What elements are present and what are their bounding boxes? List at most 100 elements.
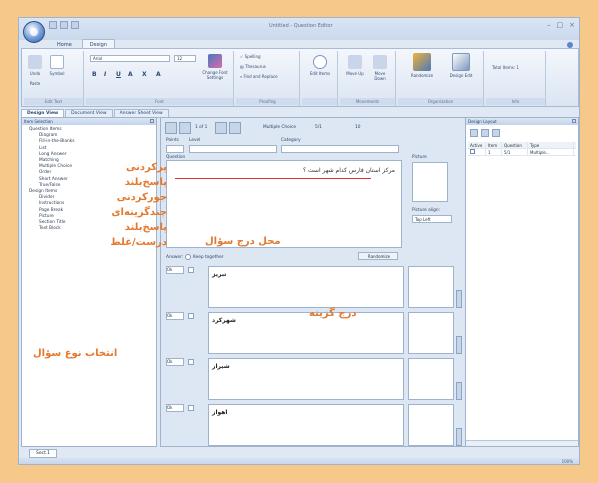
thesaurus-button[interactable]: ▤ Thesaurus [240, 64, 266, 69]
column-header-item[interactable]: Item [486, 142, 502, 148]
change-font-settings-button[interactable]: Change Font Settings [200, 54, 230, 80]
answer-picture-box[interactable] [408, 358, 454, 400]
first-item-button[interactable] [165, 122, 177, 134]
total-items-label: Total Items: 1 [492, 65, 519, 70]
column-header-active[interactable]: Active [468, 142, 486, 148]
move-down-button[interactable]: Move Down [369, 55, 391, 81]
answer-text-area[interactable]: اهواز [208, 404, 404, 446]
sheet-tab-bar: Sect.1 [21, 448, 579, 458]
item-cell: 1 [486, 149, 502, 155]
answer-picture-box[interactable] [408, 312, 454, 354]
italic-icon[interactable]: I [104, 71, 106, 78]
group-title-organization: Organization [398, 98, 483, 105]
answer-picture-box[interactable] [408, 266, 454, 308]
answer-status-select[interactable]: Ok [166, 358, 184, 366]
sheet-tab[interactable]: Sect.1 [29, 449, 58, 458]
dropdown-icon[interactable] [71, 21, 79, 29]
annotation-select-type: انتخاب نوع سؤال [33, 348, 118, 359]
table-row[interactable]: 1 5/1 Multiple... [468, 149, 576, 156]
app-window: Untitled - Question Editor – □ × Home De… [18, 17, 580, 465]
answer-controls: Ok [166, 358, 206, 367]
annotation-line: درست/غلط [110, 237, 167, 248]
minimize-icon[interactable]: – [547, 21, 551, 29]
annotation-question-location: محل درج سؤال [205, 236, 281, 247]
column-header-question[interactable]: Question [502, 142, 528, 148]
font-settings-icon [208, 54, 222, 68]
correct-answer-checkbox[interactable] [188, 267, 194, 273]
picture-align-select[interactable]: Top Left [412, 215, 452, 223]
answer-text-area[interactable]: شهرکرد [208, 312, 404, 354]
points-input[interactable] [166, 145, 184, 153]
answer-status-select[interactable]: Ok [166, 266, 184, 274]
question-type-label: Multiple Choice [263, 125, 296, 130]
correct-answer-checkbox[interactable] [188, 359, 194, 365]
last-item-button[interactable] [229, 122, 241, 134]
answer-picture-browse[interactable] [456, 290, 462, 308]
layout-edit-icon[interactable] [492, 129, 500, 137]
ribbon: Undo Symbol Paste Edit Text Arial 12 B I… [21, 48, 579, 107]
pin-icon[interactable] [150, 119, 154, 123]
answer-status-select[interactable]: Ok [166, 312, 184, 320]
application-menu-button[interactable] [23, 21, 45, 43]
symbol-button[interactable]: Symbol [48, 55, 66, 76]
close-icon[interactable]: × [569, 21, 575, 29]
layout-toolbar [470, 129, 500, 137]
edit-items-icon [313, 55, 327, 69]
group-title-movements: Movements [340, 98, 395, 105]
randomize-icon [413, 53, 431, 71]
design-edit-icon [452, 53, 470, 71]
strikethrough-icon[interactable]: X [142, 71, 147, 78]
layout-horizontal-scrollbar[interactable] [466, 440, 578, 446]
annotation-line: پاسخ‌بلند [124, 177, 167, 188]
answer-picture-browse[interactable] [456, 428, 462, 446]
omega-icon [50, 55, 64, 69]
pin-icon[interactable] [572, 119, 576, 123]
answer-picture-box[interactable] [408, 404, 454, 446]
move-up-button[interactable]: Move Up [344, 55, 366, 76]
answer-row: Ok شیراز [166, 358, 471, 402]
maximize-icon[interactable]: □ [557, 21, 564, 29]
answer-text-area[interactable]: شیراز [208, 358, 404, 400]
ribbon-group-edit: Edit Items [302, 51, 338, 106]
font-size-select[interactable]: 12 [174, 55, 196, 62]
category-label: Category [281, 138, 301, 143]
keep-together-radio[interactable] [185, 254, 191, 260]
highlight-icon[interactable]: A [156, 71, 161, 78]
bold-icon[interactable]: B [92, 71, 97, 78]
question-text-area[interactable]: مرکز استان فارس کدام شهر است ؟ [166, 160, 402, 248]
answer-picture-browse[interactable] [456, 382, 462, 400]
table-header-row: Active Item Question Type [468, 142, 576, 149]
category-input[interactable] [281, 145, 399, 153]
answer-picture-browse[interactable] [456, 336, 462, 354]
column-header-type[interactable]: Type [528, 142, 574, 148]
answer-status-select[interactable]: Ok [166, 404, 184, 412]
randomize-button[interactable]: Randomize [358, 252, 398, 260]
group-title-clipboard: Edit Text [24, 98, 83, 105]
undo-icon[interactable] [49, 21, 57, 29]
zoom-level[interactable]: 100% [562, 459, 573, 464]
active-checkbox[interactable] [470, 149, 475, 154]
save-icon[interactable] [60, 21, 68, 29]
edit-items-button[interactable]: Edit Items [306, 55, 334, 76]
level-input[interactable] [189, 145, 277, 153]
spelling-button[interactable]: ✓ Spelling [240, 54, 261, 59]
design-edit-button[interactable]: Design Edit [444, 53, 478, 78]
next-item-button[interactable] [215, 122, 227, 134]
find-replace-button[interactable]: ⌕ Find and Replace [240, 74, 278, 79]
question-type-annotations: پرکردنی پاسخ‌بلند جورکردنی چندگزینه‌ای پ… [71, 160, 167, 250]
answer-text-area[interactable]: تبریز [208, 266, 404, 308]
window-title: Untitled - Question Editor [269, 23, 333, 29]
font-name-select[interactable]: Arial [90, 55, 170, 62]
paste-button[interactable]: Paste [27, 81, 43, 86]
undo-button[interactable]: Undo [27, 55, 43, 76]
layout-view-icon[interactable] [470, 129, 478, 137]
answer-text: اهواز [212, 409, 228, 416]
correct-answer-checkbox[interactable] [188, 405, 194, 411]
underline-icon[interactable]: U [116, 71, 121, 78]
randomize-ribbon-button[interactable]: Randomize [404, 53, 440, 78]
layout-grid-icon[interactable] [481, 129, 489, 137]
question-picture-box[interactable] [412, 162, 448, 202]
previous-item-button[interactable] [179, 122, 191, 134]
font-color-icon[interactable]: A [128, 71, 133, 78]
correct-answer-checkbox[interactable] [188, 313, 194, 319]
